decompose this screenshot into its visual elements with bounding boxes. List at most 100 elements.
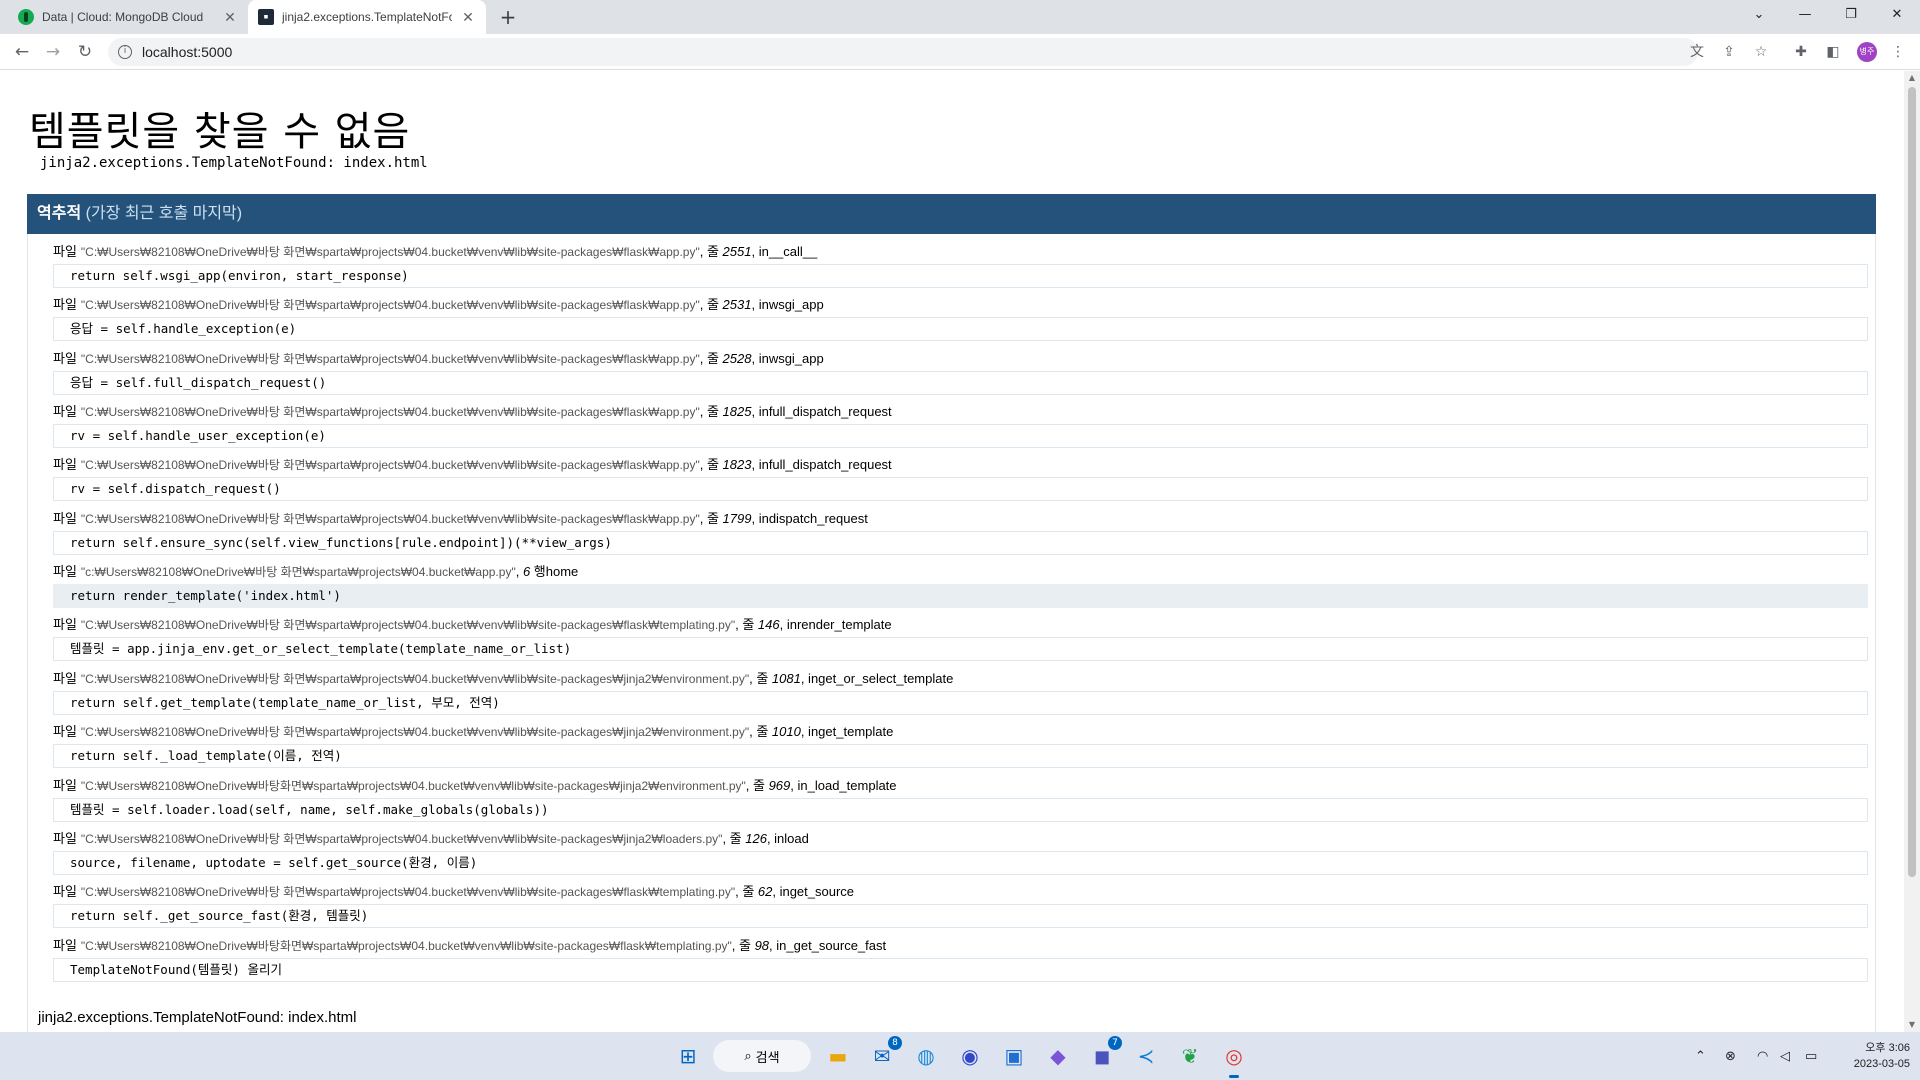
search-icon: ⌕ (744, 1048, 752, 1063)
frame-line-number: 1799 (722, 511, 752, 526)
traceback-header: 역추적 (가장 최근 호출 마지막) (27, 194, 1876, 234)
tab-title: Data | Cloud: MongoDB Cloud (42, 10, 204, 24)
frame-prefix: 파일 (53, 778, 77, 793)
reload-icon[interactable]: ↻ (73, 40, 97, 64)
scrollbar[interactable]: ▲ ▼ (1904, 71, 1920, 1032)
frame-separator: , 줄 (699, 404, 723, 419)
file-explorer-icon[interactable]: ▬ (822, 1040, 854, 1072)
frame-source-code[interactable]: 템플릿 = app.jinja_env.get_or_select_templa… (53, 637, 1868, 661)
frame-source-code[interactable]: 응답 = self.full_dispatch_request() (53, 371, 1868, 395)
translate-icon[interactable]: ⽂ (1687, 42, 1707, 62)
kebab-menu-icon[interactable]: ⋮ (1888, 42, 1908, 62)
volume-icon[interactable]: ◁ (1780, 1032, 1790, 1080)
extensions-puzzle-icon[interactable]: ✚ (1791, 42, 1811, 62)
frame-separator: , 줄 (699, 244, 723, 259)
frame-line-number: 2531 (722, 297, 752, 312)
wifi-icon[interactable]: ◠ (1757, 1032, 1768, 1080)
frame-source-code[interactable]: return self.get_template(template_name_o… (53, 691, 1868, 715)
close-icon[interactable]: ✕ (460, 9, 476, 26)
traceback-frame: 파일 "c:₩Users₩82108₩OneDrive₩바탕 화면₩sparta₩… (53, 562, 1868, 608)
frame-location: 파일 "C:₩Users₩82108₩OneDrive₩바탕 화면₩sparta₩… (53, 615, 1868, 635)
frame-prefix: 파일 (53, 617, 77, 632)
frame-separator: , in (751, 297, 769, 312)
restore-button[interactable]: ❐ (1828, 0, 1874, 30)
traceback-frame: 파일 "C:₩Users₩82108₩OneDrive₩바탕 화면₩sparta₩… (53, 242, 1868, 288)
share-icon[interactable]: ⇪ (1719, 42, 1739, 62)
frame-source-code[interactable]: return self._get_source_fast(환경, 템플릿) (53, 904, 1868, 928)
frame-source-code[interactable]: return render_template('index.html') (53, 584, 1868, 608)
tray-app-icon[interactable]: ⊗ (1725, 1032, 1736, 1080)
frame-prefix: 파일 (53, 938, 77, 953)
side-panel-icon[interactable]: ◧ (1823, 42, 1843, 62)
scroll-thumb[interactable] (1908, 87, 1916, 877)
frame-prefix: 파일 (53, 884, 77, 899)
frame-function-name: dispatch_request (768, 511, 868, 526)
frame-separator: , in (751, 244, 769, 259)
traceback-list: 파일 "C:₩Users₩82108₩OneDrive₩바탕 화면₩sparta₩… (27, 234, 1876, 1032)
frame-source-code[interactable]: TemplateNotFound(템플릿) 올리기 (53, 958, 1868, 982)
vscode-icon[interactable]: ≺ (1130, 1040, 1162, 1072)
frame-source-code[interactable]: source, filename, uptodate = self.get_so… (53, 851, 1868, 875)
tab-search-icon[interactable]: ⌄ (1736, 0, 1782, 30)
frame-separator: , 줄 (699, 457, 723, 472)
battery-icon[interactable]: ▭ (1805, 1032, 1817, 1080)
frame-file-path: "C:₩Users₩82108₩OneDrive₩바탕 화면₩sparta₩pr… (80, 672, 750, 686)
traceback-frame: 파일 "C:₩Users₩82108₩OneDrive₩바탕 화면₩sparta₩… (53, 669, 1868, 715)
gem-app-icon[interactable]: ◆ (1042, 1040, 1074, 1072)
close-icon[interactable]: ✕ (222, 9, 238, 26)
page-viewport: 템플릿을 찾을 수 없음 jinja2.exceptions.TemplateN… (0, 71, 1904, 1032)
frame-line-number: 1010 (771, 724, 801, 739)
chrome-icon[interactable]: ◎ (1218, 1040, 1250, 1078)
scroll-up-arrow-icon[interactable]: ▲ (1904, 71, 1920, 85)
taskbar-search[interactable]: ⌕ 검색 (713, 1040, 811, 1072)
frame-function-name: full_dispatch_request (768, 404, 892, 419)
copilot-app-icon[interactable]: ◉ (954, 1040, 986, 1072)
window-close-button[interactable]: ✕ (1874, 0, 1920, 30)
minimize-button[interactable]: — (1782, 0, 1828, 30)
teams-icon[interactable]: ◼ 7 (1086, 1036, 1122, 1072)
new-tab-button[interactable]: + (496, 5, 520, 29)
windows-start-icon[interactable]: ⊞ (672, 1040, 704, 1072)
clock-time: 오후 3:06 (1865, 1042, 1910, 1054)
frame-source-code[interactable]: 템플릿 = self.loader.load(self, name, self.… (53, 798, 1868, 822)
info-icon[interactable]: i (118, 45, 132, 59)
frame-source-code[interactable]: return self.ensure_sync(self.view_functi… (53, 531, 1868, 555)
frame-separator: , 줄 (722, 831, 746, 846)
address-bar[interactable]: i localhost:5000 (108, 38, 1698, 66)
frame-file-path: "C:₩Users₩82108₩OneDrive₩바탕 화면₩sparta₩pr… (80, 352, 700, 366)
teams-badge: 7 (1108, 1036, 1122, 1050)
store-icon[interactable]: ▣ (998, 1040, 1030, 1072)
frame-file-path: "C:₩Users₩82108₩OneDrive₩바탕 화면₩sparta₩pr… (80, 618, 736, 632)
frame-function-name: _load_template (807, 778, 897, 793)
traceback-frame: 파일 "C:₩Users₩82108₩OneDrive₩바탕 화면₩sparta₩… (53, 722, 1868, 768)
frame-file-path: "c:₩Users₩82108₩OneDrive₩바탕 화면₩sparta₩pr… (80, 565, 516, 579)
edge-icon[interactable]: ◍ (910, 1040, 942, 1072)
frame-separator: , in (769, 938, 787, 953)
back-arrow-icon[interactable]: ← (10, 40, 34, 64)
tab-mongodb[interactable]: Data | Cloud: MongoDB Cloud ✕ (8, 0, 248, 34)
traceback-frame: 파일 "C:₩Users₩82108₩OneDrive₩바탕 화면₩sparta₩… (53, 349, 1868, 395)
frame-separator: , 줄 (749, 724, 772, 739)
frame-source-code[interactable]: 응답 = self.handle_exception(e) (53, 317, 1868, 341)
frame-separator: , in (779, 617, 797, 632)
frame-source-code[interactable]: rv = self.handle_user_exception(e) (53, 424, 1868, 448)
tab-strip: Data | Cloud: MongoDB Cloud ✕ ▪ jinja2.e… (0, 0, 1920, 34)
scroll-down-arrow-icon[interactable]: ▼ (1904, 1018, 1920, 1032)
final-error-message: jinja2.exceptions.TemplateNotFound: inde… (38, 1009, 357, 1026)
bookmark-star-icon[interactable]: ☆ (1751, 42, 1771, 62)
frame-file-path: "C:₩Users₩82108₩OneDrive₩바탕 화면₩sparta₩pr… (80, 458, 700, 472)
frame-source-code[interactable]: rv = self.dispatch_request() (53, 477, 1868, 501)
clock-date: 2023-03-05 (1853, 1058, 1910, 1070)
tab-jinja-error[interactable]: ▪ jinja2.exceptions.TemplateNotFo ✕ (248, 0, 486, 34)
frame-source-code[interactable]: return self.wsgi_app(environ, start_resp… (53, 264, 1868, 288)
clock[interactable]: 오후 3:06 2023-03-05 (1830, 1040, 1910, 1072)
mail-icon[interactable]: ✉ 8 (866, 1036, 902, 1072)
tray-chevron-icon[interactable]: ⌃ (1695, 1032, 1706, 1080)
frame-source-code[interactable]: return self._load_template(이름, 전역) (53, 744, 1868, 768)
avatar[interactable]: 병주 (1857, 42, 1877, 62)
url-text[interactable]: localhost:5000 (142, 44, 232, 60)
frame-separator: , 줄 (735, 617, 758, 632)
forward-arrow-icon[interactable]: → (41, 40, 65, 64)
leaf-app-icon[interactable]: ❦ (1174, 1040, 1206, 1072)
frame-prefix: 파일 (53, 297, 77, 312)
